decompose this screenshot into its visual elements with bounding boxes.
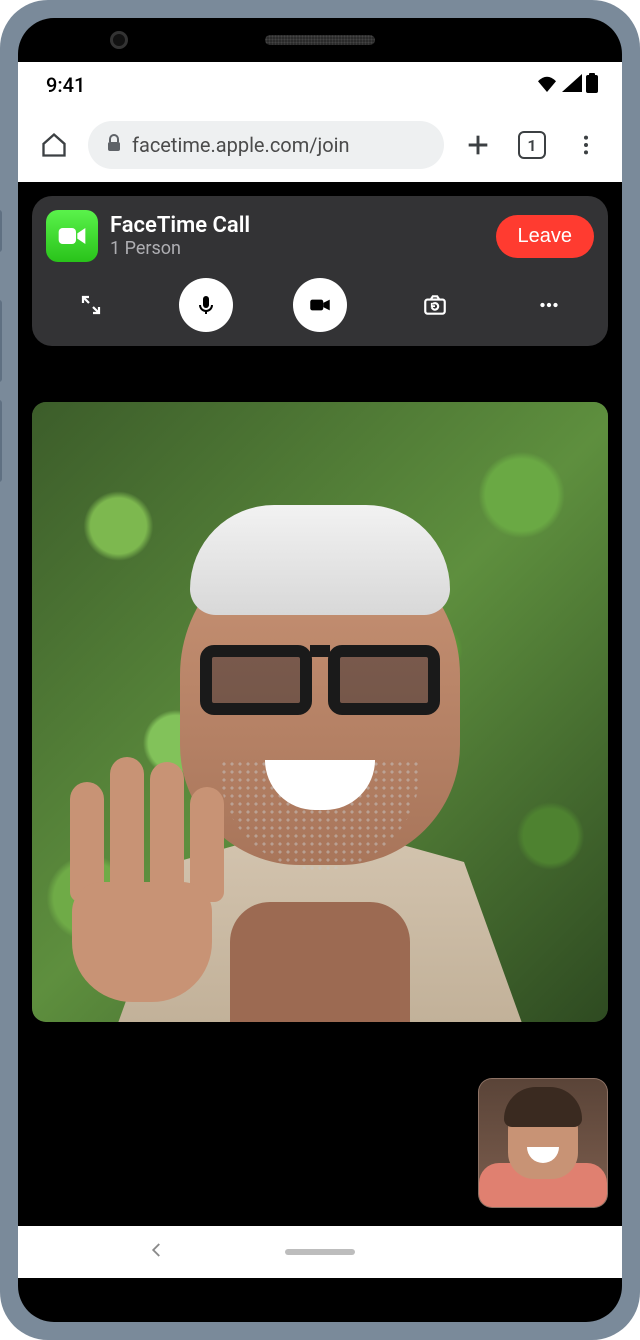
- screen: 9:41: [18, 62, 622, 1278]
- home-button[interactable]: [34, 125, 74, 165]
- phone-frame: 9:41: [0, 0, 640, 1340]
- battery-icon: [586, 73, 598, 98]
- browser-toolbar: facetime.apple.com/join 1: [18, 108, 622, 182]
- front-camera: [110, 31, 128, 49]
- volume-button: [0, 400, 2, 482]
- call-title: FaceTime Call: [110, 213, 484, 238]
- menu-button[interactable]: [566, 125, 606, 165]
- self-video-tile[interactable]: [478, 1078, 608, 1208]
- earpiece-speaker: [265, 35, 375, 45]
- url-text: facetime.apple.com/join: [132, 133, 350, 157]
- home-indicator[interactable]: [285, 1249, 355, 1255]
- status-icons: [536, 73, 598, 98]
- call-viewport: FaceTime Call 1 Person Leave: [18, 182, 622, 1226]
- url-bar[interactable]: facetime.apple.com/join: [88, 121, 444, 169]
- facetime-icon: [46, 210, 98, 262]
- fullscreen-button[interactable]: [64, 278, 118, 332]
- call-header-card: FaceTime Call 1 Person Leave: [32, 196, 608, 346]
- flip-camera-button[interactable]: [408, 278, 462, 332]
- call-subtitle: 1 Person: [110, 238, 484, 259]
- wifi-icon: [536, 73, 558, 97]
- tabs-button[interactable]: 1: [512, 125, 552, 165]
- status-bar: 9:41: [18, 62, 622, 108]
- back-button[interactable]: [148, 1241, 166, 1263]
- mute-button[interactable]: [179, 278, 233, 332]
- status-time: 9:41: [46, 73, 85, 97]
- new-tab-button[interactable]: [458, 125, 498, 165]
- waving-hand: [52, 762, 232, 1002]
- phone-hardware-top: [18, 18, 622, 62]
- volume-button: [0, 210, 2, 252]
- more-button[interactable]: [522, 278, 576, 332]
- tab-count-badge: 1: [518, 131, 546, 159]
- lock-icon: [106, 133, 122, 157]
- system-nav-bar: [18, 1226, 622, 1278]
- cellular-icon: [562, 73, 582, 97]
- volume-button: [0, 300, 2, 382]
- remote-video-tile[interactable]: [32, 402, 608, 1022]
- camera-toggle-button[interactable]: [293, 278, 347, 332]
- person-shirt: [230, 902, 410, 1022]
- leave-button[interactable]: Leave: [496, 215, 595, 258]
- phone-bezel: 9:41: [18, 18, 622, 1322]
